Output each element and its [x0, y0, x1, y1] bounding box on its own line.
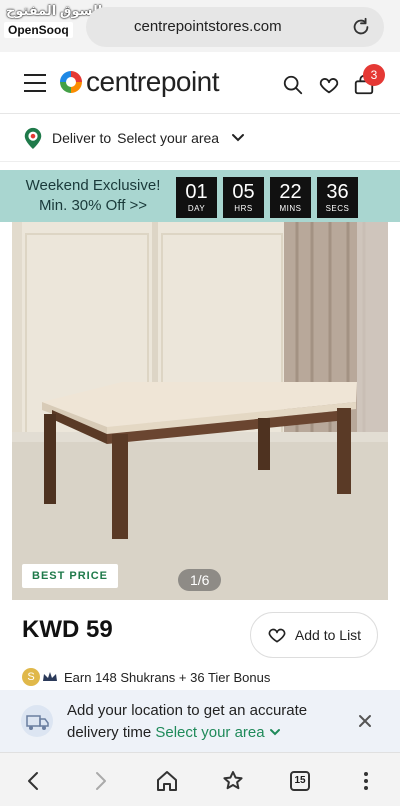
crown-icon [43, 672, 57, 681]
add-to-list-label: Add to List [294, 627, 362, 643]
location-pin-icon [24, 127, 42, 149]
best-price-badge: BEST PRICE [22, 564, 119, 588]
promo-line-1: Weekend Exclusive! [25, 177, 161, 194]
countdown-label: SECS [325, 204, 350, 213]
logo-mark-icon [60, 71, 82, 93]
countdown-seconds: 36 SECS [317, 177, 358, 218]
reload-icon[interactable] [350, 16, 372, 38]
wishlist-heart-icon[interactable] [318, 74, 340, 96]
forward-arrow-icon[interactable] [88, 769, 112, 793]
chevron-down-icon [269, 729, 280, 736]
hamburger-menu-icon[interactable] [24, 74, 46, 92]
countdown-days: 01 DAY [176, 177, 217, 218]
back-arrow-icon[interactable] [22, 769, 46, 793]
countdown-timer: 01 DAY 05 HRS 22 MINS 36 SECS [176, 177, 358, 218]
shukran-coin-icon: S [22, 668, 40, 686]
countdown-minutes: 22 MINS [270, 177, 311, 218]
deliver-to-label: Deliver to [52, 129, 112, 146]
bookmark-star-icon[interactable] [221, 769, 245, 793]
shukran-text: Earn 148 Shukrans + 36 Tier Bonus [64, 669, 271, 685]
heart-icon [268, 628, 286, 643]
countdown-label: HRS [234, 204, 253, 213]
cart-count-badge: 3 [363, 64, 385, 86]
countdown-label: MINS [279, 204, 302, 213]
url-bar[interactable]: centrepointstores.com [86, 7, 384, 47]
more-options-icon[interactable] [354, 769, 378, 793]
promo-text: Weekend Exclusive! Min. 30% Off >> [14, 176, 172, 216]
tabs-count-button[interactable]: 15 [290, 771, 310, 791]
location-prompt-line-2: delivery time Select your area [67, 724, 281, 741]
watermark-brand: OpenSooq [4, 22, 73, 38]
chevron-down-icon [232, 133, 245, 141]
countdown-value: 01 [185, 181, 208, 203]
countdown-value: 22 [279, 181, 302, 203]
select-area-link[interactable]: Select your area [155, 724, 280, 741]
home-icon[interactable] [155, 769, 179, 793]
deliver-to-value: Select your area [117, 129, 220, 146]
promo-banner[interactable]: Weekend Exclusive! Min. 30% Off >> 01 DA… [0, 170, 400, 222]
product-image-carousel[interactable]: BEST PRICE 1/6 [12, 222, 388, 600]
brand-logo[interactable]: centrepoint [60, 66, 220, 98]
countdown-hours: 05 HRS [223, 177, 264, 218]
image-counter: 1/6 [178, 569, 222, 591]
browser-toolbar: السوق المفتوح OpenSooq centrepointstores… [0, 0, 400, 52]
url-text: centrepointstores.com [134, 18, 282, 35]
shukran-rewards-row: S Earn 148 Shukrans + 36 Tier Bonus [22, 666, 270, 688]
browser-bottom-nav: 15 [0, 752, 400, 806]
product-photo [12, 222, 388, 600]
countdown-label: DAY [187, 204, 206, 213]
countdown-value: 05 [232, 181, 255, 203]
deliver-to-selector[interactable]: Deliver to Select your area [0, 114, 400, 162]
close-icon[interactable] [358, 714, 372, 728]
delivery-truck-icon [21, 705, 53, 737]
product-price: KWD 59 [22, 616, 113, 643]
location-prompt-text: Add your location to get an accurate [67, 702, 308, 719]
select-area-link-text: Select your area [155, 724, 265, 741]
promo-line-2: Min. 30% Off >> [38, 197, 148, 214]
countdown-value: 36 [326, 181, 349, 203]
search-icon[interactable] [282, 74, 304, 96]
location-prompt-banner: Add your location to get an accurate del… [0, 690, 400, 752]
add-to-list-button[interactable]: Add to List [250, 612, 378, 658]
brand-name: centrepoint [86, 66, 220, 97]
location-prompt-prefix: delivery time [67, 724, 152, 741]
site-header: centrepoint 3 [0, 52, 400, 114]
